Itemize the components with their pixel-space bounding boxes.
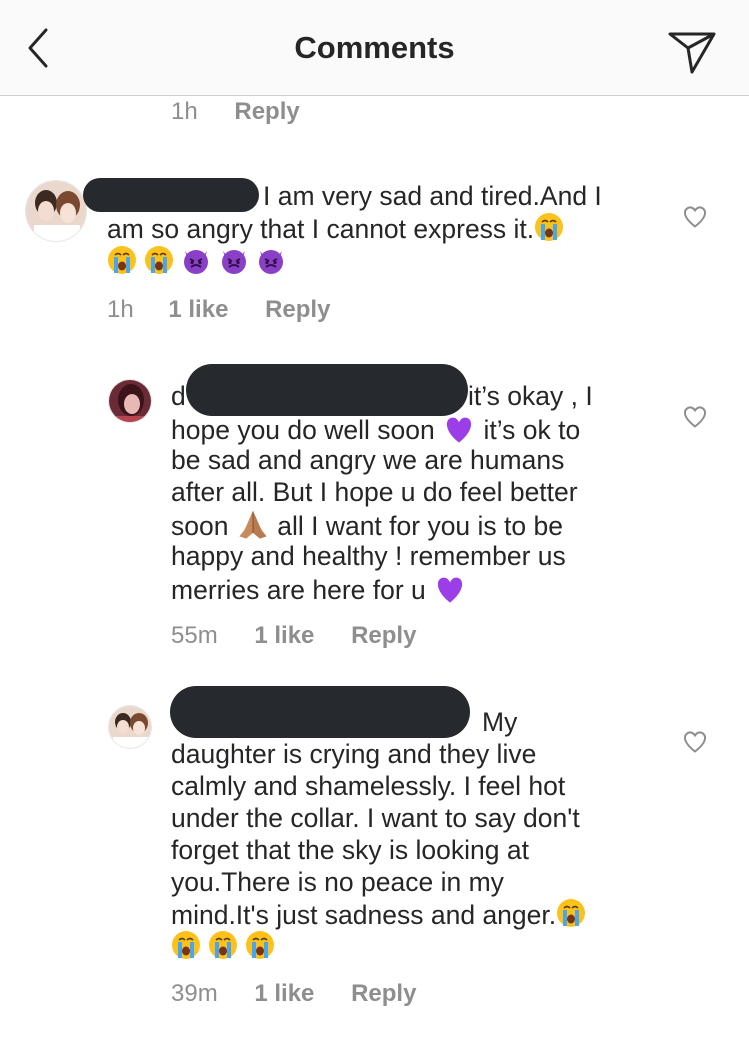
comment-text-segment: all I want for you is to be <box>277 511 563 541</box>
comment-text-line: calmly and shamelessly. I feel hot <box>171 771 566 801</box>
crying-face-icon <box>171 930 201 960</box>
like-heart-icon[interactable] <box>682 730 708 754</box>
folded-hands-icon <box>236 508 270 542</box>
crying-face-icon <box>534 212 564 242</box>
comment-text-line: under the collar. I want to say don't <box>171 803 580 833</box>
like-count[interactable]: 1 like <box>254 980 314 1007</box>
redacted-username <box>83 178 259 212</box>
purple-heart-icon <box>442 412 476 446</box>
comment-text-segment: hope you do well soon <box>171 415 435 445</box>
avatar[interactable] <box>25 180 87 242</box>
reply-button[interactable]: Reply <box>234 98 299 125</box>
reply-button[interactable]: Reply <box>265 296 330 323</box>
angry-devil-icon <box>181 245 211 275</box>
avatar[interactable] <box>108 379 152 423</box>
comment-meta: 55m 1 like Reply <box>171 622 416 650</box>
comment-text-line: you.There is no peace in my <box>171 867 504 897</box>
comment-text-segment: soon <box>171 511 229 541</box>
comment-time: 55m <box>171 622 218 649</box>
comment-meta: 1h 1 like Reply <box>107 296 330 324</box>
comment-text-line: it’s okay , I <box>468 381 593 411</box>
comment-text-line: be sad and angry we are humans <box>171 445 565 475</box>
comment-meta: 39m 1 like Reply <box>171 980 416 1008</box>
crying-face-icon <box>107 245 137 275</box>
redacted-username <box>186 364 468 416</box>
header-bar: Comments <box>0 0 749 96</box>
comment-text-line: happy and healthy ! remember us <box>171 541 566 571</box>
page-title: Comments <box>294 30 455 65</box>
redacted-username <box>170 686 470 738</box>
comment-text: am so angry that I cannot express it. <box>107 212 564 245</box>
avatar[interactable] <box>108 705 152 749</box>
comment-time: 1h <box>107 296 134 323</box>
comment-username[interactable]: d <box>171 380 186 412</box>
comment-text-segment: it’s ok to <box>483 415 581 445</box>
comment-time: 1h <box>171 98 198 125</box>
like-heart-icon[interactable] <box>682 205 708 229</box>
comment-text-line: hope you do well soon it’s ok to <box>171 412 580 446</box>
emoji-row <box>171 930 275 963</box>
comment-text: I am very sad and tired.And I <box>263 181 602 211</box>
comment-text-line: after all. But I hope u do feel better <box>171 477 578 507</box>
reply-button[interactable]: Reply <box>351 980 416 1007</box>
emoji-row <box>107 245 286 278</box>
comment-text-line: merries are here for u <box>171 572 467 606</box>
reply-button[interactable]: Reply <box>351 622 416 649</box>
comment-text-line: am so angry that I cannot express it. <box>107 214 535 244</box>
crying-face-icon <box>556 898 586 928</box>
comment-text-line: My <box>482 707 518 737</box>
crying-face-icon <box>144 245 174 275</box>
purple-heart-icon <box>433 572 467 606</box>
comment-text-line: mind.It's just sadness and anger. <box>171 898 586 931</box>
angry-devil-icon <box>219 245 249 275</box>
paper-plane-icon[interactable] <box>666 24 718 76</box>
comment-time: 39m <box>171 980 218 1007</box>
comment-text-line: forget that the sky is looking at <box>171 835 529 865</box>
comment-text-segment: mind.It's just sadness and anger. <box>171 900 557 930</box>
previous-comment-meta: 1h Reply <box>171 98 300 126</box>
like-count[interactable]: 1 like <box>168 296 228 323</box>
crying-face-icon <box>208 930 238 960</box>
comment-text-line: daughter is crying and they live <box>171 739 537 769</box>
comment-text-line: soon all I want for you is to be <box>171 508 563 542</box>
like-heart-icon[interactable] <box>682 405 708 429</box>
comment-text-segment: merries are here for u <box>171 575 426 605</box>
angry-devil-icon <box>256 245 286 275</box>
crying-face-icon <box>245 930 275 960</box>
like-count[interactable]: 1 like <box>254 622 314 649</box>
